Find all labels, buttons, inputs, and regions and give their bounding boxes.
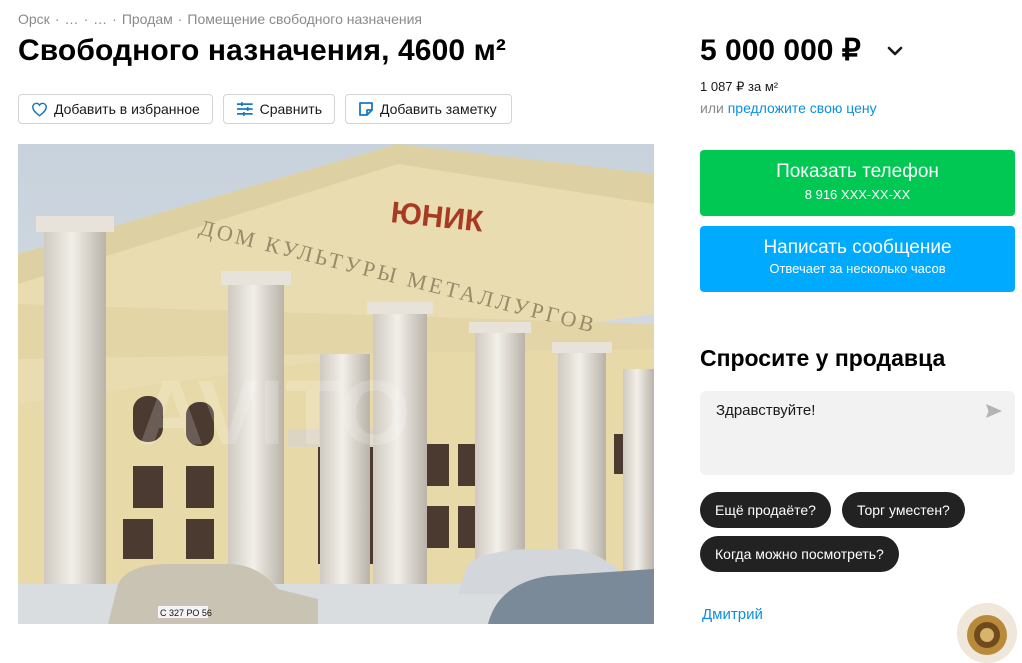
write-message-button[interactable]: Написать сообщение Отвечает за несколько…: [700, 226, 1015, 292]
listing-actions: Добавить в избранное Сравнить Добавить з…: [18, 94, 512, 124]
note-icon: [359, 102, 373, 116]
offer-price-link[interactable]: предложите свою цену: [728, 100, 877, 116]
seller-avatar[interactable]: [957, 603, 1017, 663]
quick-question-bargain[interactable]: Торг уместен?: [842, 492, 965, 528]
write-message-label: Написать сообщение: [763, 237, 952, 258]
compare-label: Сравнить: [259, 101, 322, 117]
price: 5 000 000 ₽: [700, 34, 861, 67]
show-phone-button[interactable]: Показать телефон 8 916 XXX-XX-XX: [700, 150, 1015, 216]
add-note-button[interactable]: Добавить заметку: [345, 94, 512, 124]
car-license-plate: С 327 РО 56: [160, 608, 212, 618]
ask-seller-input-value: Здравствуйте!: [716, 402, 816, 419]
photo-watermark: AVITO: [138, 362, 411, 464]
breadcrumb-item-sell[interactable]: Продам: [122, 11, 173, 27]
price-per-square-meter: 1 087 ₽ за м²: [700, 79, 779, 94]
breadcrumb-separator: ·: [83, 11, 89, 27]
breadcrumb-item-category[interactable]: …: [93, 11, 107, 27]
phone-number: 8 916 XXX-XX-XX: [804, 187, 911, 202]
heart-icon: [32, 102, 47, 117]
offer-prefix: или: [700, 100, 724, 116]
breadcrumb: Орск ·… ·… · Продам · Помещение свободного наз…: [18, 11, 422, 27]
breadcrumb-item-type[interactable]: Помещение свободного назначения: [187, 11, 422, 27]
breadcrumb-item-region[interactable]: …: [64, 11, 78, 27]
offer-price-line: или предложите свою цену: [700, 100, 877, 116]
breadcrumb-separator: ·: [112, 11, 117, 27]
add-note-label: Добавить заметку: [380, 101, 497, 117]
compare-icon: [236, 102, 253, 116]
add-to-favorites-button[interactable]: Добавить в избранное: [18, 94, 213, 124]
seller-name-link[interactable]: Дмитрий: [702, 606, 763, 623]
response-time: Отвечает за несколько часов: [769, 261, 946, 276]
breadcrumb-item-city[interactable]: Орск: [18, 11, 50, 27]
quick-question-viewing[interactable]: Когда можно посмотреть?: [700, 536, 899, 572]
listing-photo[interactable]: ЮНИК ДОМ КУЛЬТУРЫ МЕТАЛЛУРГОВ С 327 РО 5…: [18, 144, 654, 624]
quick-question-still-selling[interactable]: Ещё продаёте?: [700, 492, 831, 528]
breadcrumb-separator: ·: [177, 11, 183, 27]
chevron-down-icon[interactable]: [886, 44, 904, 58]
ask-seller-input[interactable]: Здравствуйте!: [700, 391, 1015, 475]
breadcrumb-separator: ·: [54, 11, 60, 27]
add-to-favorites-label: Добавить в избранное: [54, 101, 200, 117]
show-phone-label: Показать телефон: [776, 161, 939, 182]
ask-seller-title: Спросите у продавца: [700, 345, 946, 371]
compare-button[interactable]: Сравнить: [223, 94, 335, 124]
page-title: Свободного назначения, 4600 м²: [18, 34, 506, 67]
send-icon[interactable]: [985, 403, 1003, 419]
